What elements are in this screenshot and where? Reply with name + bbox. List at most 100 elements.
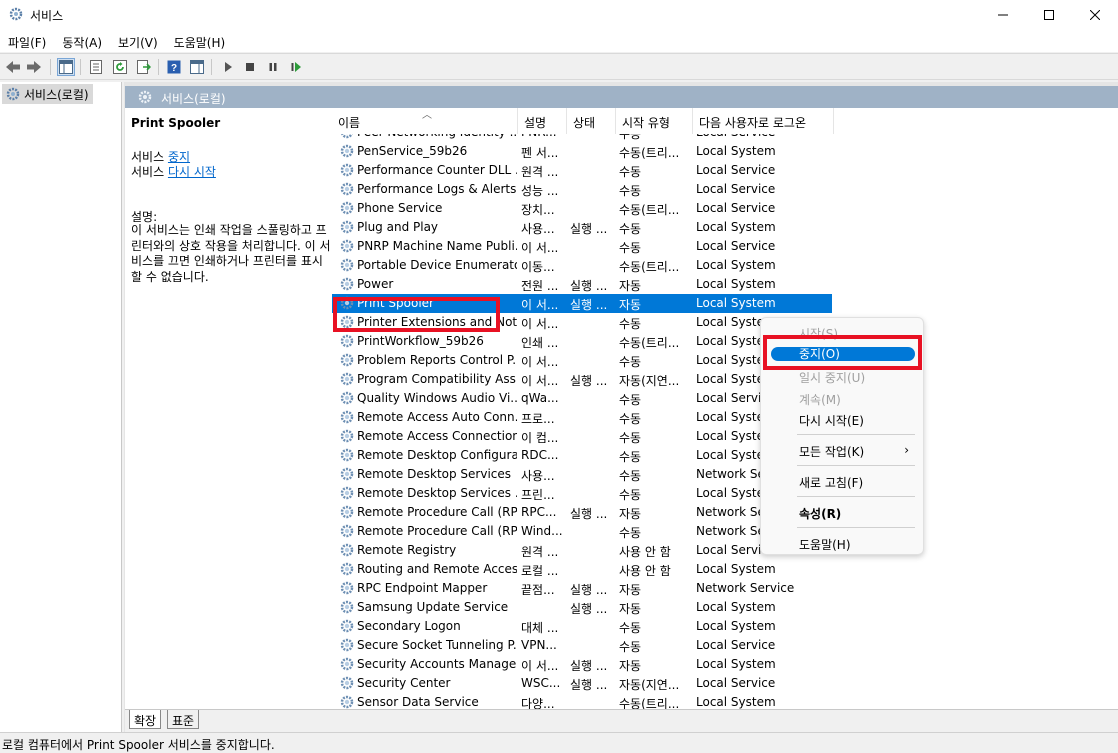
cell-logon: Local System — [696, 144, 776, 158]
table-row[interactable]: Power 전원 ... 실행 ... 자동 Local System — [332, 275, 832, 294]
cell-name: Remote Procedure Call (RP... — [357, 505, 517, 519]
table-row[interactable]: Quality Windows Audio Vi... qWa... 수동 Local… — [332, 389, 832, 408]
show-console-tree-button[interactable] — [57, 58, 75, 76]
table-row[interactable]: Security Center WSC... 실행 ... 자동(지연... Local… — [332, 674, 832, 693]
cell-name: Routing and Remote Access — [357, 562, 517, 576]
table-row[interactable]: Portable Device Enumerato... 이동... 수동(트리..… — [332, 256, 832, 275]
service-rows: Peer Networking Identity ... PNR... 수동 Loca… — [332, 134, 1118, 709]
pause-service-button[interactable] — [264, 58, 282, 76]
table-row[interactable]: Remote Access Connection... 이 컴... 수동 Local… — [332, 427, 832, 446]
table-row[interactable]: Performance Logs & Alerts 성능 ... 수동 Local S… — [332, 180, 832, 199]
table-row[interactable]: PenService_59b26 펜 서... 수동(트리... Local Syst… — [332, 142, 832, 161]
cell-start: 수동 — [619, 393, 642, 407]
cell-name: PenService_59b26 — [357, 144, 468, 158]
tab-extended[interactable]: 확장 — [129, 710, 162, 729]
table-row[interactable]: Remote Procedure Call (RP... RPC... 실행 ...… — [332, 503, 832, 522]
cell-desc: 원격 ... — [521, 165, 559, 179]
table-row[interactable]: Remote Procedure Call (RP... Wind... 수동 Net… — [332, 522, 832, 541]
cell-start: 자동 — [619, 279, 642, 293]
table-row[interactable]: PrintWorkflow_59b26 인쇄 ... 수동(트리... Local S… — [332, 332, 832, 351]
back-button[interactable] — [4, 58, 22, 76]
service-gear-icon — [339, 333, 355, 349]
table-row[interactable]: Peer Networking Identity ... PNR... 수동 Loca… — [332, 134, 832, 142]
column-header-log-on-as[interactable]: 다음 사용자로 로그온 — [693, 108, 834, 134]
table-row[interactable]: PNRP Machine Name Publi... 이 서... 수동 Local … — [332, 237, 832, 256]
cell-logon: Local System — [696, 619, 776, 633]
maximize-button[interactable] — [1026, 0, 1072, 30]
minimize-icon — [998, 14, 1008, 16]
cell-start: 자동 — [619, 602, 642, 616]
properties-sheet-icon — [90, 60, 102, 74]
cell-logon: Local System — [696, 258, 776, 272]
table-row[interactable]: Program Compatibility Assi... 이 서... 실행 ..… — [332, 370, 832, 389]
context-menu-properties[interactable]: 속성(R) — [767, 502, 919, 524]
table-row[interactable]: Sensor Data Service 다양... 수동(트리... Local Sy… — [332, 693, 832, 709]
table-row[interactable]: Problem Reports Control P... 이 서... 수동 Loca… — [332, 351, 832, 370]
close-button[interactable] — [1072, 0, 1118, 30]
show-action-pane-button[interactable] — [188, 58, 206, 76]
selected-service-name: Print Spooler — [131, 116, 221, 130]
cell-logon: Local Service — [696, 182, 776, 196]
refresh-icon — [113, 60, 127, 74]
context-menu-refresh[interactable]: 새로 고침(F) — [767, 471, 919, 493]
column-header-status[interactable]: 상태 — [567, 108, 616, 134]
table-row[interactable]: Remote Desktop Services 사용... 수동 Network Se — [332, 465, 832, 484]
cell-start: 자동 — [619, 507, 642, 521]
restart-service-link[interactable]: 다시 시작 — [168, 165, 216, 179]
table-row[interactable]: Remote Access Auto Conn... 프로... 수동 Local S… — [332, 408, 832, 427]
table-row[interactable]: Security Accounts Manager 이 서... 실행 ... 자동 L… — [332, 655, 832, 674]
table-row[interactable]: Phone Service 장치... 수동(트리... Local Service — [332, 199, 832, 218]
cell-start: 수동 — [619, 222, 642, 236]
restart-service-button[interactable] — [287, 58, 305, 76]
minimize-button[interactable] — [980, 0, 1026, 30]
menu-view[interactable]: 보기(V) — [110, 30, 166, 52]
context-menu-all-tasks[interactable]: 모든 작업(K) › — [767, 440, 919, 462]
stop-service-button[interactable] — [241, 58, 259, 76]
submenu-chevron-right-icon: › — [904, 443, 909, 457]
context-menu-restart[interactable]: 다시 시작(E) — [767, 409, 919, 431]
play-icon — [225, 62, 232, 72]
cell-logon: Local System — [696, 695, 776, 709]
menu-file[interactable]: 파일(F) — [0, 30, 54, 52]
table-row[interactable]: Plug and Play 사용... 실행 ... 수동 Local System — [332, 218, 832, 237]
console-tree-icon — [59, 60, 73, 74]
help-toolbar-button[interactable]: ? — [165, 58, 183, 76]
table-row[interactable]: Secure Socket Tunneling P... VPN... 수동 Loca… — [332, 636, 832, 655]
tree-item-services-local[interactable]: 서비스(로컬) — [2, 84, 93, 104]
window-title: 서비스 — [30, 9, 64, 23]
table-row[interactable]: Samsung Update Service 실행 ... 자동 Local Syst… — [332, 598, 832, 617]
table-row[interactable]: RPC Endpoint Mapper 끝점... 실행 ... 자동 Network … — [332, 579, 832, 598]
refresh-toolbar-button[interactable] — [111, 58, 129, 76]
cell-start: 수동 — [619, 134, 642, 141]
cell-desc: qWa... — [521, 391, 559, 405]
menu-action[interactable]: 동작(A) — [54, 30, 110, 52]
forward-button[interactable] — [25, 58, 43, 76]
cell-desc: 대체 ... — [521, 621, 559, 635]
table-row[interactable]: Remote Desktop Configura... RDC... 수동 Local… — [332, 446, 832, 465]
action-pane-icon — [190, 60, 204, 74]
table-row[interactable]: Remote Desktop Services ... 프린... 수동 Local … — [332, 484, 832, 503]
table-row[interactable]: Secondary Logon 대체 ... 수동 Local System — [332, 617, 832, 636]
context-menu-help[interactable]: 도움말(H) — [767, 533, 919, 555]
tab-standard[interactable]: 표준 — [167, 710, 200, 729]
menu-help[interactable]: 도움말(H) — [166, 30, 234, 52]
column-header-name[interactable]: ︿ 이름 — [332, 108, 518, 134]
column-header-startup-type[interactable]: 시작 유형 — [616, 108, 693, 134]
table-row[interactable]: Routing and Remote Access 로컬 ... 사용 안 함 Loc… — [332, 560, 832, 579]
pause-icon — [269, 63, 277, 71]
export-list-button[interactable] — [135, 58, 153, 76]
column-header-description[interactable]: 설명 — [518, 108, 567, 134]
start-service-button[interactable] — [219, 58, 237, 76]
cell-start: 자동(지연... — [619, 678, 680, 692]
cell-desc: RPC... — [521, 505, 557, 519]
table-row[interactable]: Performance Counter DLL ... 원격 ... 수동 Local… — [332, 161, 832, 180]
cell-start: 수동(트리... — [619, 260, 680, 274]
description-text: 이 서비스는 인쇄 작업을 스풀링하고 프린터와의 상호 작용을 처리합니다. … — [131, 223, 331, 284]
cell-start: 수동(트리... — [619, 203, 680, 217]
table-row[interactable]: Remote Registry 원격 ... 사용 안 함 Local Service — [332, 541, 832, 560]
properties-toolbar-button[interactable] — [87, 58, 105, 76]
cell-desc: 사용... — [521, 469, 555, 483]
cell-name: Sensor Data Service — [357, 695, 479, 709]
cell-desc: 이동... — [521, 260, 555, 274]
stop-service-link[interactable]: 중지 — [168, 150, 190, 164]
